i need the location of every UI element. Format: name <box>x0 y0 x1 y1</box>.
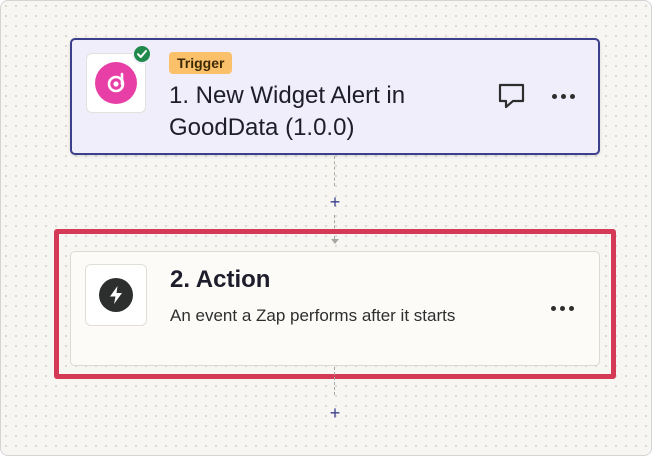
action-step-description: An event a Zap performs after it starts <box>170 306 456 325</box>
connector-line <box>334 367 336 395</box>
trigger-step-card[interactable]: Trigger 1. New Widget Alert in GoodData … <box>70 38 600 155</box>
check-icon <box>132 44 152 64</box>
more-options-icon[interactable] <box>546 296 578 320</box>
add-step-button[interactable]: + <box>325 192 345 212</box>
more-options-icon[interactable] <box>547 84 579 108</box>
action-step-card[interactable]: 2. Action An event a Zap performs after … <box>70 251 600 366</box>
connector-line <box>334 156 336 186</box>
gooddata-logo-icon <box>95 62 137 104</box>
zap-editor-canvas: Trigger 1. New Widget Alert in GoodData … <box>0 0 652 456</box>
lightning-bolt-icon <box>99 278 133 312</box>
trigger-step-title: 1. New Widget Alert in GoodData (1.0.0) <box>169 82 406 141</box>
action-step-title: 2. Action <box>170 266 271 293</box>
action-app-tile <box>85 264 147 326</box>
comment-icon[interactable] <box>496 82 528 110</box>
trigger-badge: Trigger <box>169 52 233 74</box>
add-step-button[interactable]: + <box>325 403 345 423</box>
